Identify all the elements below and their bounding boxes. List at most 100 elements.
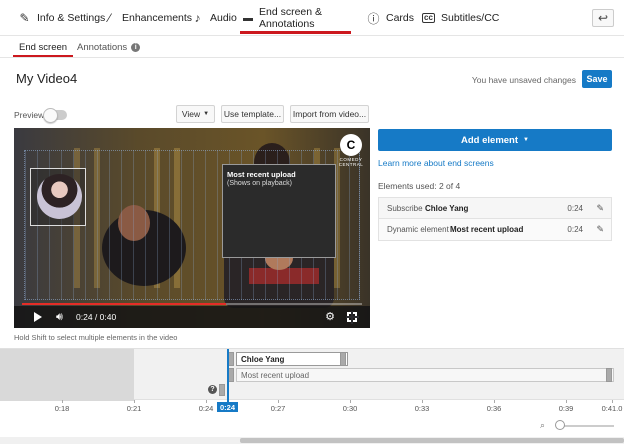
channel-avatar	[37, 174, 82, 219]
import-from-video-button[interactable]: Import from video...	[290, 105, 369, 123]
subtab-label: End screen	[19, 41, 68, 53]
drag-handle-right[interactable]	[340, 352, 346, 366]
help-icon[interactable]: ?	[208, 385, 217, 394]
element-name: Chloe Yang	[425, 203, 469, 213]
ruler-tick-label: 0:27	[270, 404, 286, 413]
ruler-tick-label: 0:41.0	[601, 404, 623, 413]
ruler-tick-label: 0:39	[558, 404, 574, 413]
edit-pencil-icon[interactable]: ✎	[596, 224, 604, 235]
view-dropdown[interactable]: View ▼	[176, 105, 215, 123]
tab-end-screen-annotations[interactable]: ▬ End screen & Annotations	[240, 0, 351, 36]
subscribe-element[interactable]	[30, 168, 86, 226]
logo-caption: COMEDY CENTRAL	[338, 157, 364, 167]
info-icon[interactable]: i	[131, 42, 141, 52]
preview-toggle[interactable]	[43, 108, 67, 123]
caret-down-icon: ▼	[523, 137, 529, 143]
video-player[interactable]: C COMEDY CENTRAL Most recent upload (Sho…	[14, 128, 370, 328]
tab-info-settings[interactable]: ✎ Info & Settings	[18, 0, 105, 36]
timeline-video-region	[0, 349, 134, 401]
magic-wand-icon: ⁄	[108, 11, 111, 25]
element-subtitle: (Shows on playback)	[227, 180, 292, 187]
preview-label: Preview	[14, 110, 45, 120]
gear-icon[interactable]: ⚙	[325, 310, 335, 323]
pencil-icon: ✎	[19, 11, 30, 25]
volume-icon[interactable]: 🔊︎	[56, 311, 63, 324]
undo-button[interactable]: ↩	[592, 9, 614, 27]
tab-label: Audio	[210, 12, 237, 24]
timeline-subscribe-bar[interactable]: Chloe Yang	[236, 352, 348, 366]
elements-used-count: Elements used: 2 of 4	[378, 181, 461, 191]
time-ruler: 0:18 0:21 0:24 0:27 0:30 0:33 0:36 0:39 0:41.0	[0, 400, 624, 416]
play-icon[interactable]	[34, 312, 42, 322]
element-list: Subscribe Chloe Yang 0:24 ✎ Dynamic elem…	[378, 197, 612, 241]
ruler-tick	[566, 400, 567, 403]
progress-fill	[22, 303, 226, 305]
tab-label: Info & Settings	[37, 12, 106, 24]
most-recent-upload-element[interactable]: Most recent upload (Shows on playback)	[222, 164, 336, 258]
timeline-bar-label: Most recent upload	[241, 370, 310, 380]
tab-audio[interactable]: ♪ Audio	[191, 0, 237, 36]
element-title: Most recent upload	[227, 170, 296, 179]
timeline[interactable]: Chloe Yang Most recent upload ?	[0, 348, 624, 411]
progress-bar[interactable]	[22, 303, 362, 305]
element-time: 0:24	[567, 225, 583, 234]
list-item[interactable]: Dynamic element Most recent upload 0:24 …	[379, 219, 611, 240]
view-label: View	[181, 109, 201, 119]
page-title: My Video4	[16, 71, 78, 86]
subtab-end-screen[interactable]: End screen	[12, 36, 74, 58]
tab-enhancements[interactable]: ⁄ Enhancements	[103, 0, 192, 36]
timeline-bar-label: Chloe Yang	[241, 354, 285, 364]
element-time: 0:24	[567, 203, 583, 213]
scrollbar-thumb[interactable]	[240, 438, 624, 443]
music-note-icon: ♪	[194, 11, 201, 25]
tab-label: End screen & Annotations	[259, 6, 323, 30]
drag-handle-right[interactable]	[606, 368, 612, 382]
playhead-time-label: 0:24	[217, 402, 238, 412]
tab-subtitles[interactable]: cc Subtitles/CC	[422, 0, 499, 36]
ruler-tick-label: 0:33	[414, 404, 430, 413]
ruler-tick	[350, 400, 351, 403]
ruler-tick-label: 0:24	[198, 404, 214, 413]
time-display: 0:24 / 0:40	[76, 312, 117, 322]
subtab-annotations[interactable]: Annotations i	[77, 36, 141, 58]
cc-icon: cc	[422, 13, 435, 23]
element-type: Subscribe	[387, 203, 423, 213]
add-element-button[interactable]: Add element ▼	[378, 129, 612, 151]
ruler-tick-label: 0:30	[342, 404, 358, 413]
info-circle-icon: ⓘ	[367, 11, 380, 26]
horizontal-scrollbar[interactable]	[0, 437, 624, 444]
ruler-tick	[62, 400, 63, 403]
subtab-label: Annotations	[77, 41, 128, 53]
add-element-label: Add element	[461, 134, 519, 146]
list-item[interactable]: Subscribe Chloe Yang 0:24 ✎	[379, 198, 611, 219]
ruler-tick	[206, 400, 207, 403]
ruler-tick	[134, 400, 135, 403]
timeline-recent-upload-bar[interactable]: Most recent upload	[236, 368, 614, 382]
tab-label: Cards	[386, 12, 415, 24]
save-button[interactable]: Save	[582, 70, 612, 88]
tab-label: Subtitles/CC	[441, 12, 500, 24]
zoom-slider-handle[interactable]	[555, 420, 565, 430]
sub-tab-bar: End screen Annotations i	[0, 36, 624, 58]
ruler-tick	[494, 400, 495, 403]
ruler-tick	[278, 400, 279, 403]
ruler-tick-label: 0:36	[486, 404, 502, 413]
ruler-tick-label: 0:18	[54, 404, 70, 413]
end-screen-icon: ▬	[243, 12, 253, 24]
drag-handle-left[interactable]	[219, 384, 225, 396]
element-name: Most recent upload	[450, 225, 524, 234]
tab-cards[interactable]: ⓘ Cards	[367, 0, 414, 36]
ruler-tick-label: 0:21	[126, 404, 142, 413]
fullscreen-icon[interactable]	[346, 311, 359, 324]
multi-select-hint: Hold Shift to select multiple elements i…	[14, 333, 178, 342]
undo-icon: ↩	[597, 11, 609, 25]
caret-down-icon: ▼	[203, 111, 210, 117]
learn-more-link[interactable]: Learn more about end screens	[378, 158, 494, 168]
edit-pencil-icon[interactable]: ✎	[596, 203, 604, 214]
top-tab-bar: ✎ Info & Settings ⁄ Enhancements ♪ Audio…	[0, 0, 624, 36]
element-type: Dynamic element	[387, 225, 449, 234]
ruler-tick	[612, 400, 613, 403]
use-template-button[interactable]: Use template...	[221, 105, 284, 123]
ruler-tick	[422, 400, 423, 403]
unsaved-status: You have unsaved changes	[471, 75, 576, 85]
